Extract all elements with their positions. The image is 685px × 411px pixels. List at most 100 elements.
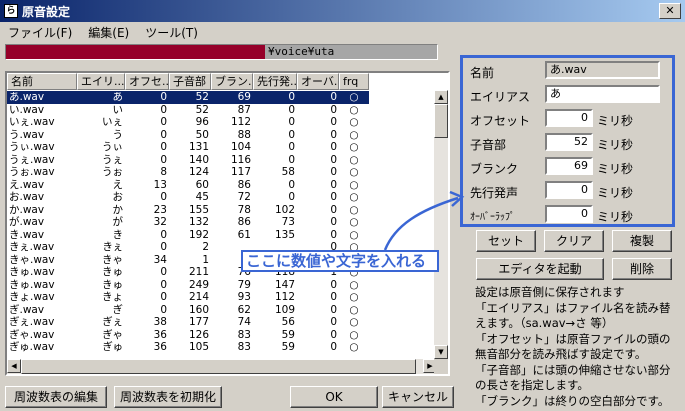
close-button[interactable]: ✕ (659, 3, 681, 19)
column-header[interactable]: エイリ... (77, 73, 125, 90)
table-row[interactable]: ぎゃ.wav ぎゃ 36 126 83 59 0 ○ (7, 329, 437, 342)
table-row[interactable]: え.wav え 13 60 86 0 0 ○ (7, 179, 437, 192)
table-cell: 23 (153, 203, 167, 216)
table-cell: ○ (349, 128, 359, 141)
table-row[interactable]: ぎゅ.wav ぎゅ 36 105 83 59 0 ○ (7, 341, 437, 354)
table-cell: 0 (160, 103, 167, 116)
menu-tools[interactable]: ツール(T) (137, 24, 206, 41)
preutterance-input[interactable]: 0 (545, 181, 593, 199)
ok-button[interactable]: OK (290, 386, 378, 408)
table-cell: が.wav (9, 216, 45, 228)
scroll-up-icon[interactable]: ▲ (434, 90, 448, 104)
horizontal-scrollbar[interactable]: ◀ ▶ (7, 359, 437, 374)
overlap-label: ｵｰﾊﾞｰﾗｯﾌﾟ (470, 212, 515, 223)
edit-frequency-table-button[interactable]: 周波数表の編集 (5, 386, 107, 408)
table-cell: 36 (153, 328, 167, 341)
table-row[interactable]: う.wav う 0 50 88 0 0 ○ (7, 129, 437, 142)
table-cell: 72 (237, 191, 251, 203)
table-cell: いぇ.wav (9, 116, 55, 128)
table-cell: ○ (349, 291, 359, 303)
menu-edit[interactable]: 編集(E) (80, 24, 137, 41)
table-cell: ○ (349, 141, 359, 153)
table-cell: ○ (349, 178, 359, 191)
launch-editor-button[interactable]: エディタを起動 (476, 258, 604, 280)
table-cell: お (112, 191, 124, 203)
menu-file[interactable]: ファイル(F) (0, 24, 80, 41)
table-cell: 0 (330, 291, 337, 303)
vertical-scroll-thumb[interactable] (434, 104, 448, 138)
scroll-down-icon[interactable]: ▼ (434, 345, 448, 359)
table-row[interactable]: いぇ.wav いぇ 0 96 112 0 0 ○ (7, 116, 437, 129)
table-cell: う (112, 128, 124, 141)
set-button[interactable]: セット (476, 230, 536, 252)
table-cell: 87 (237, 103, 251, 116)
table-row[interactable]: が.wav が 32 132 86 73 0 ○ (7, 216, 437, 229)
table-cell: お.wav (9, 191, 45, 203)
clear-button[interactable]: クリア (544, 230, 604, 252)
column-header[interactable]: 先行発... (253, 73, 297, 90)
table-cell: いぇ (102, 116, 123, 128)
table-cell: ぎゃ.wav (9, 328, 55, 341)
table-cell: 104 (230, 141, 251, 153)
table-cell: 102 (274, 203, 295, 216)
table-row[interactable]: うぃ.wav うぃ 0 131 104 0 0 ○ (7, 141, 437, 154)
table-cell: 0 (330, 316, 337, 328)
table-cell: 45 (195, 191, 209, 203)
consonant-label: 子音部 (470, 138, 507, 152)
table-cell: ○ (349, 303, 359, 316)
table-cell: 0 (288, 141, 295, 153)
table-row[interactable]: お.wav お 0 45 72 0 0 ○ (7, 191, 437, 204)
table-row[interactable]: きょ.wav きょ 0 214 93 112 0 ○ (7, 291, 437, 304)
blank-input[interactable]: 69 (545, 157, 593, 175)
table-row[interactable]: ぎぇ.wav ぎぇ 38 177 74 56 0 ○ (7, 316, 437, 329)
table-cell: 1 (202, 253, 209, 266)
table-cell: 58 (281, 166, 295, 178)
delete-button[interactable]: 削除 (612, 258, 672, 280)
duplicate-button[interactable]: 複製 (612, 230, 672, 252)
column-header[interactable]: 子音部 (169, 73, 211, 90)
table-cell: ○ (349, 191, 359, 203)
table-cell: 34 (153, 253, 167, 266)
table-row[interactable]: ぎ.wav ぎ 0 160 62 109 0 ○ (7, 304, 437, 317)
table-cell: 112 (274, 291, 295, 303)
table-cell: 0 (160, 241, 167, 253)
table-row[interactable]: うぇ.wav うぇ 0 140 116 0 0 ○ (7, 154, 437, 167)
table-row[interactable]: か.wav か 23 155 78 102 0 ○ (7, 204, 437, 217)
offset-input[interactable]: 0 (545, 109, 593, 127)
table-cell: 86 (237, 178, 251, 191)
overlap-input[interactable]: 0 (545, 205, 593, 223)
initialize-frequency-table-button[interactable]: 周波数表を初期化 (114, 386, 222, 408)
table-cell: 0 (297, 91, 339, 104)
consonant-input[interactable]: 52 (545, 133, 593, 151)
scroll-left-icon[interactable]: ◀ (7, 359, 21, 373)
table-cell: 112 (230, 116, 251, 128)
consonant-unit: ミリ秒 (597, 138, 634, 152)
table-cell: 0 (160, 116, 167, 128)
table-cell: 0 (288, 103, 295, 116)
table-cell: か.wav (9, 203, 45, 216)
table-cell: 131 (188, 141, 209, 153)
table-cell: 0 (160, 278, 167, 291)
table-cell: ぎぇ (102, 316, 123, 328)
table-cell: ○ (349, 153, 359, 166)
column-header[interactable]: オフセ... (125, 73, 169, 90)
alias-input[interactable]: あ (545, 85, 660, 103)
table-row[interactable]: い.wav い 0 52 87 0 0 ○ (7, 104, 437, 117)
table-row[interactable]: うぉ.wav うぉ 8 124 117 58 0 ○ (7, 166, 437, 179)
table-cell: 59 (281, 341, 295, 353)
column-header[interactable]: オーバ... (297, 73, 339, 90)
table-row[interactable]: あ.wav あ 0 52 69 0 0 ○ (7, 91, 437, 104)
table-cell: うぉ (102, 166, 123, 178)
table-cell: ○ (349, 203, 359, 216)
table-cell: 69 (211, 91, 253, 104)
table-row[interactable]: きゅ.wav きゅ 0 249 79 147 0 ○ (7, 279, 437, 292)
cancel-button[interactable]: キャンセル (382, 386, 454, 408)
column-header[interactable]: frq (339, 73, 369, 90)
table-cell: ぎぇ.wav (9, 316, 55, 328)
table-cell: 0 (330, 278, 337, 291)
column-header[interactable]: ブラン... (211, 73, 253, 90)
horizontal-scroll-thumb[interactable] (21, 359, 416, 374)
table-cell: 0 (125, 91, 169, 104)
table-row[interactable]: き.wav き 0 192 61 135 0 ○ (7, 229, 437, 242)
column-header[interactable]: 名前 (7, 73, 77, 90)
